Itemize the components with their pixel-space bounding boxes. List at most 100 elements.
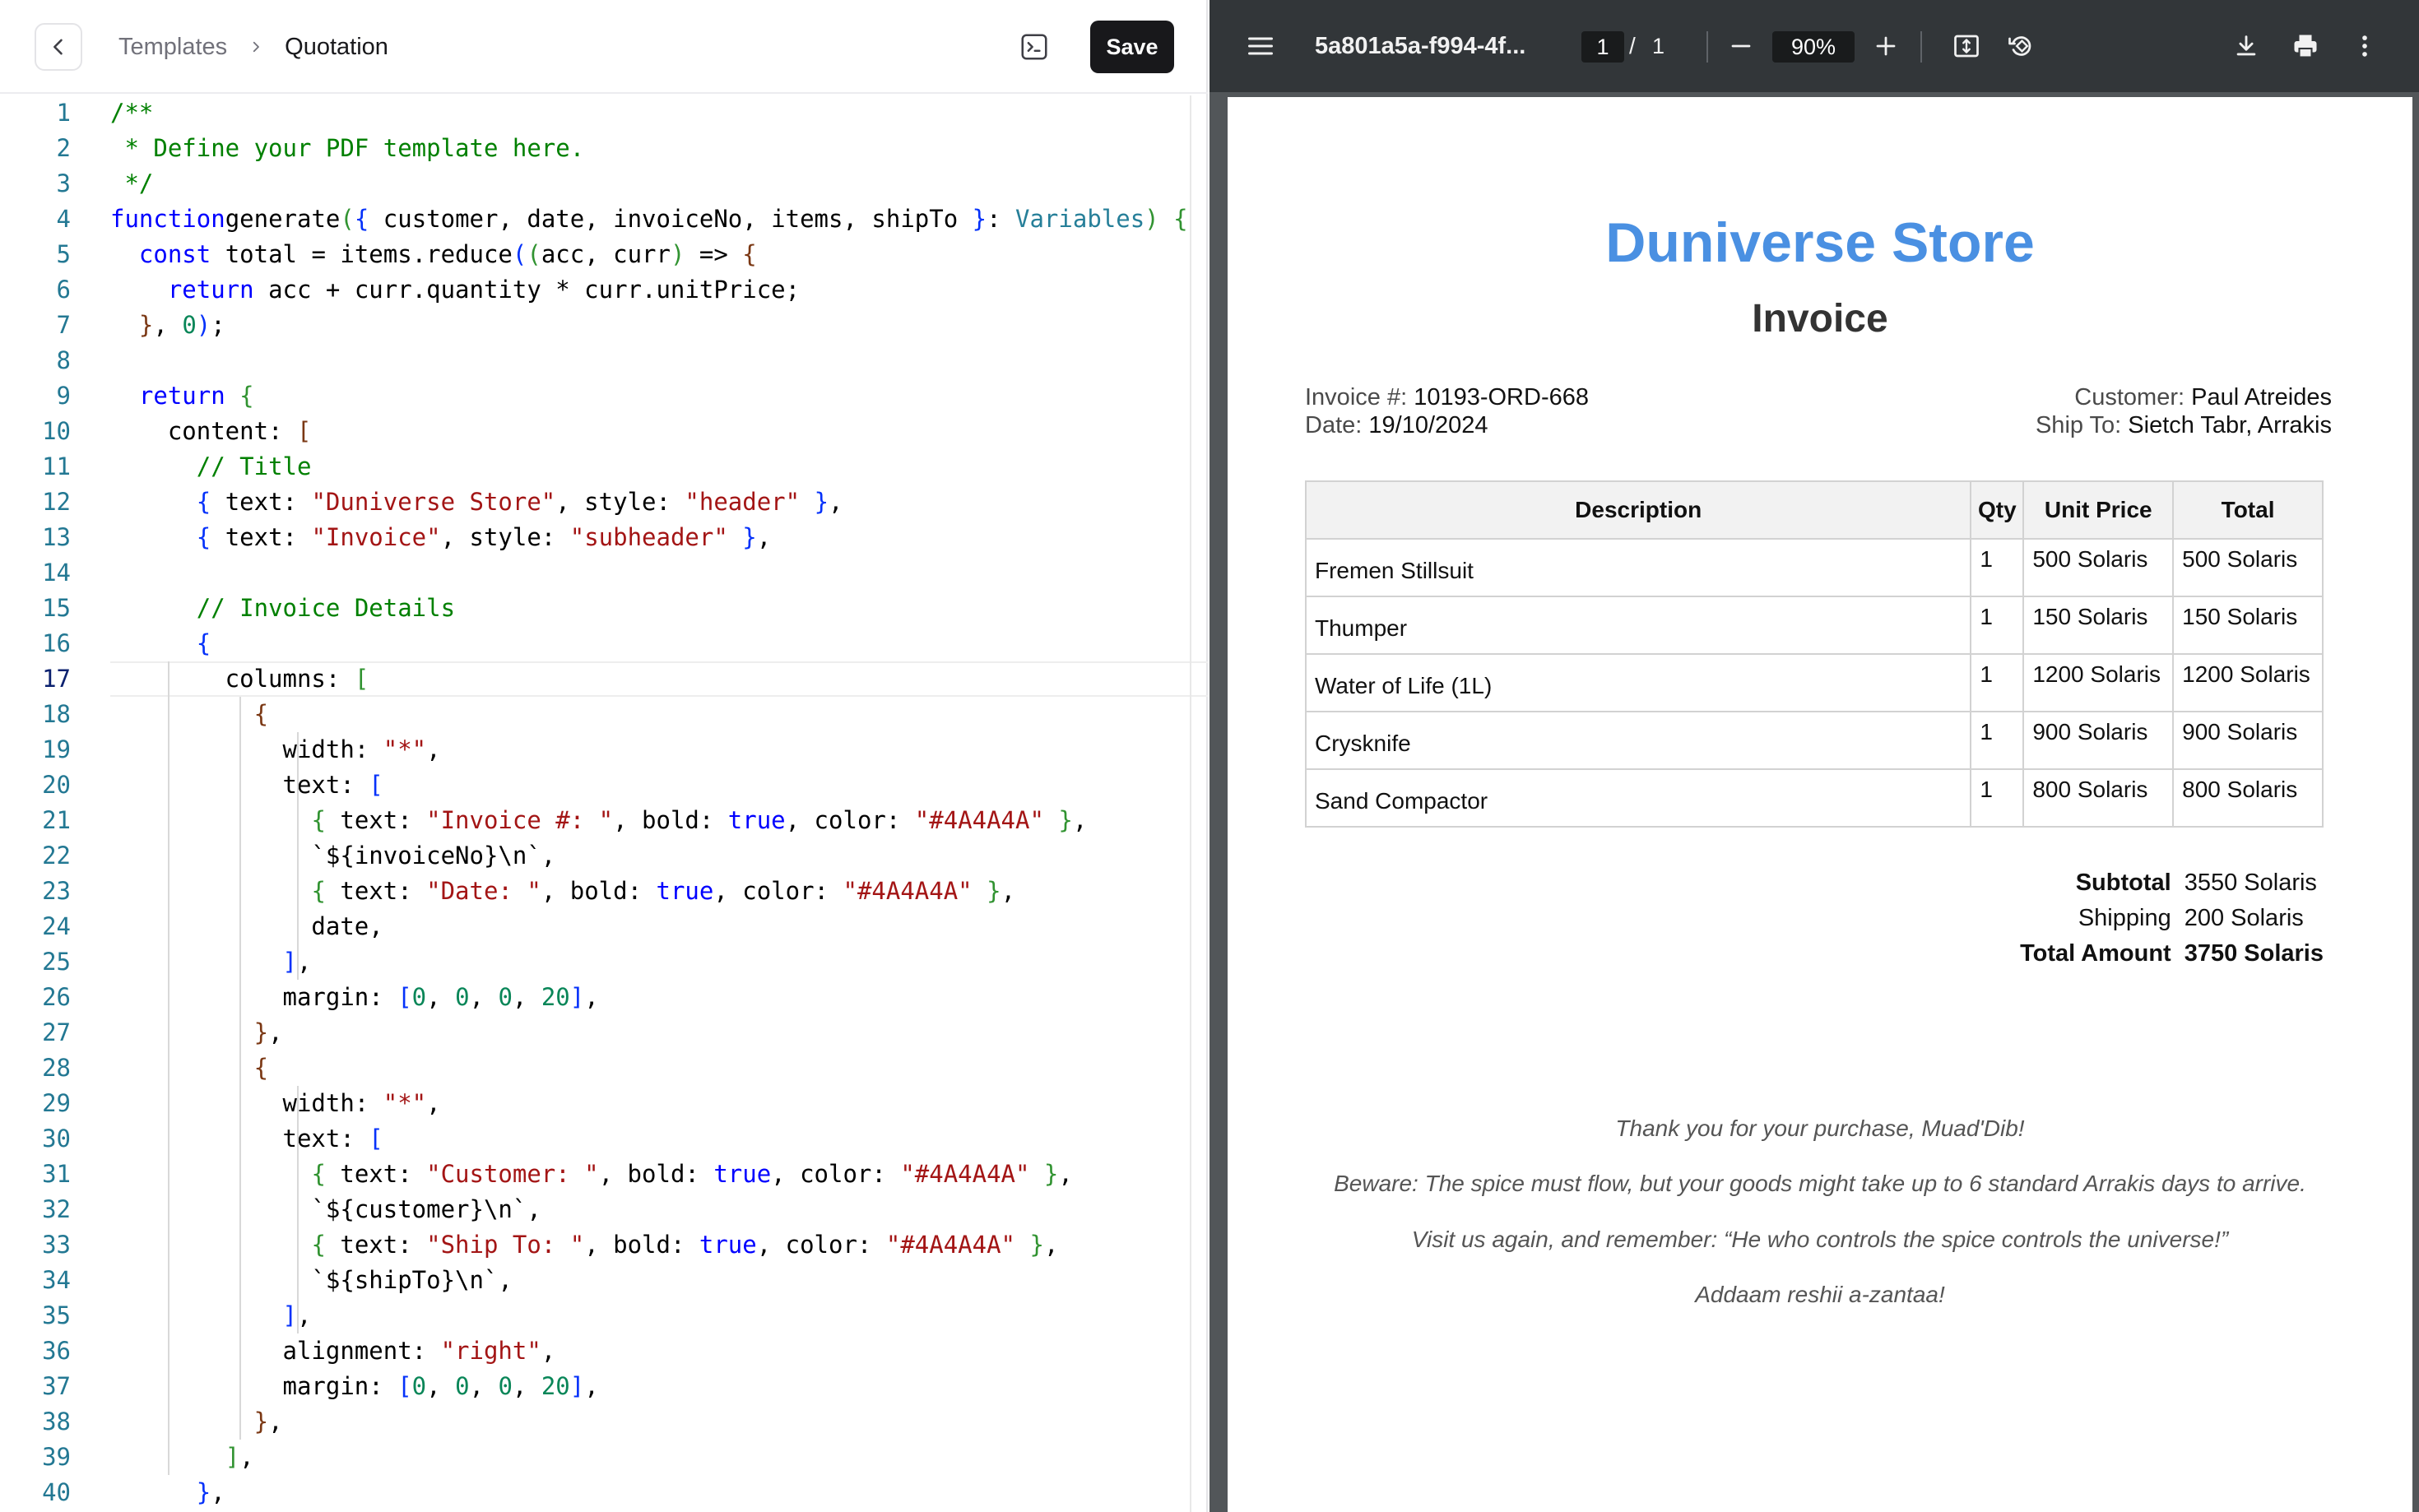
code-token: "Ship To: " [426,1231,585,1259]
code-token: 0 [455,983,470,1011]
code-line[interactable]: alignment: "right", [110,1333,556,1369]
code-token: { [253,1054,269,1082]
code-line[interactable]: { [110,1051,268,1086]
code-token: true [656,877,714,905]
code-line[interactable]: * Define your PDF template here. [110,131,584,166]
breadcrumb-templates-link[interactable]: Templates [118,34,227,61]
line-number: 27 [42,1018,71,1046]
code-token: , [153,311,183,339]
code-line[interactable]: `${customer}\n`, [110,1192,541,1227]
code-line[interactable]: { [110,626,211,661]
rotate-icon[interactable] [2004,30,2037,63]
column-header-description: Description [1304,480,1972,540]
pdf-preview-pane: 5a801a5a-f994-4f... 1 / 1 90% Duniverse … [1210,0,2419,1512]
back-button[interactable] [35,23,82,71]
code-line[interactable]: return { [110,378,254,414]
code-line[interactable]: { text: "Ship To: ", bold: true, color: … [110,1227,1058,1263]
customer-name: Paul Atreides [2191,384,2332,410]
code-line[interactable]: { text: "Date: ", bold: true, color: "#4… [110,874,1015,909]
line-number: 17 [42,665,71,693]
code-line[interactable]: { text: "Customer: ", bold: true, color:… [110,1157,1072,1192]
code-token: const [138,240,211,268]
line-number: 7 [56,311,71,339]
code-line[interactable]: date, [110,909,383,944]
code-token: "*" [383,1089,427,1117]
code-line[interactable]: }, [110,1475,225,1510]
code-line[interactable]: */ [110,166,153,202]
code-token: , bold: [584,1231,699,1259]
line-number: 13 [42,523,71,551]
line-number: 34 [42,1266,71,1294]
code-token: ( [527,240,541,268]
code-line[interactable]: /** [110,95,153,131]
zoom-level-input[interactable]: 90% [1772,31,1855,63]
code-line[interactable]: `${invoiceNo}\n`, [110,838,555,874]
code-token: ) [670,240,685,268]
code-token: { [354,205,369,233]
code-line[interactable]: width: "*", [110,1086,441,1121]
zoom-in-icon[interactable] [1869,30,1902,63]
code-line[interactable]: // Invoice Details [110,591,455,626]
code-line[interactable]: { text: "Invoice #: ", bold: true, color… [110,803,1087,838]
code-line[interactable]: ], [110,1440,254,1475]
line-number: 30 [42,1125,71,1153]
code-token: => [685,240,743,268]
code-token: } [196,1478,211,1506]
code-token: { [742,240,757,268]
code-line[interactable]: const total = items.reduce((acc, curr) =… [110,237,757,272]
code-line[interactable]: `${shipTo}\n`, [110,1263,512,1298]
code-line[interactable]: return acc + curr.quantity * curr.unitPr… [110,272,800,308]
more-options-icon[interactable] [2348,30,2381,63]
page-number-input[interactable]: 1 [1581,31,1624,63]
code-line[interactable]: ], [110,1298,312,1333]
code-line[interactable]: text: [ [110,1121,383,1157]
code-line[interactable]: margin: [0, 0, 0, 20], [110,980,599,1015]
code-line[interactable]: // Title [110,449,312,485]
code-line[interactable]: margin: [0, 0, 0, 20], [110,1369,599,1404]
footer-note: Addaam reshii a-zantaa! [1695,1282,1945,1307]
editor-scrollbar[interactable] [1190,95,1191,1512]
code-line[interactable]: }, [110,1404,283,1440]
code-token: [ [397,983,412,1011]
item-qty: 1 [1970,653,2025,712]
code-line[interactable]: content: [ [110,414,312,449]
download-icon[interactable] [2230,30,2263,63]
terminal-toggle-button[interactable] [1017,30,1052,64]
fit-to-page-icon[interactable] [1950,30,1983,63]
code-token: 0 [411,1372,427,1400]
code-line[interactable]: columns: [ [110,661,369,697]
code-token: ] [569,983,585,1011]
menu-icon[interactable] [1244,30,1277,63]
code-editor[interactable]: 1 2 3 4 5 6 7 8 9 10 11 12 13 14 15 16 17 18 19 20 21 22 23 24 2… [0,95,1208,1512]
code-line[interactable]: { text: "Invoice", style: "subheader" }, [110,520,771,555]
code-line[interactable]: }, [110,1015,283,1051]
code-token: margin: [110,1372,398,1400]
code-token: , [469,983,499,1011]
item-total: 1200 Solaris [2172,653,2324,712]
line-number: 20 [42,771,71,799]
zoom-out-icon[interactable] [1725,30,1757,63]
save-button[interactable]: Save [1090,21,1174,73]
indent-guide [167,661,169,1475]
code-line[interactable]: { [110,697,268,732]
item-description: Fremen Stillsuit [1304,538,1972,597]
code-line[interactable]: width: "*", [110,732,441,768]
line-number: 18 [42,700,71,728]
code-token: , [1072,806,1088,834]
code-token: { [196,523,211,551]
code-line[interactable]: }, 0); [110,308,225,343]
print-icon[interactable] [2289,30,2322,63]
line-number: 3 [56,169,71,197]
code-line[interactable]: ], [110,944,312,980]
line-number: 16 [42,629,71,657]
code-line[interactable]: functiongenerate({ customer, date, invoi… [110,202,1188,237]
code-line[interactable]: { text: "Duniverse Store", style: "heade… [110,485,843,520]
code-line[interactable]: text: [ [110,768,383,803]
code-token: , style: [555,488,685,516]
line-number: 35 [42,1301,71,1329]
